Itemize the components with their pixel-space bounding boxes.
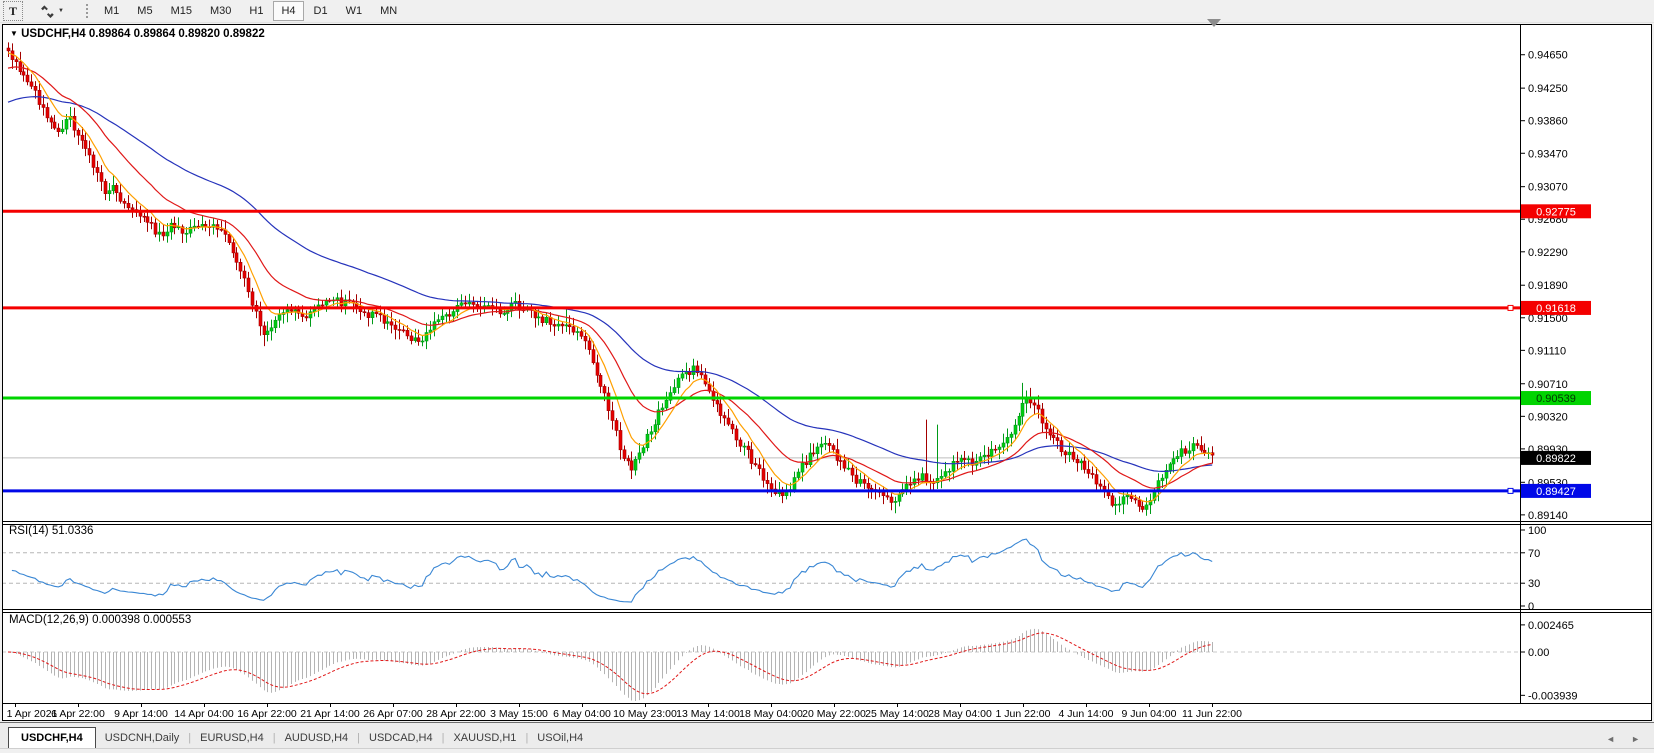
chart-tab-xauusd-h1[interactable]: XAUUSD,H1 (444, 728, 525, 749)
price-scale-label: 0.93470 (1528, 148, 1568, 160)
price-scale-label: 0.93070 (1528, 182, 1568, 194)
tab-scroll-right-icon[interactable]: ► (1631, 728, 1640, 744)
level-price-chip-text: 0.92775 (1536, 206, 1576, 218)
rsi-scale-label: 100 (1528, 525, 1546, 537)
date-label: 11 Jun 22:00 (1182, 708, 1242, 720)
timeframe-button-m5[interactable]: M5 (129, 1, 160, 21)
macd-scale-label: 0.002465 (1528, 620, 1574, 632)
date-label: 9 Apr 14:00 (114, 708, 168, 720)
price-scale-label: 0.89140 (1528, 510, 1568, 522)
date-label: 28 May 04:00 (928, 708, 992, 720)
timeframe-button-m1[interactable]: M1 (96, 1, 127, 21)
chart-tab-usdcnh-daily[interactable]: USDCNH,Daily (96, 728, 189, 749)
timeframe-buttons: M1M5M15M30H1H4D1W1MN (95, 1, 406, 21)
status-bar (0, 748, 1654, 753)
rsi-scale-label: 70 (1528, 548, 1540, 560)
chevron-down-icon: ▼ (58, 8, 64, 14)
chart-tab-audusd-h4[interactable]: AUDUSD,H4 (276, 728, 358, 749)
timeframe-button-d1[interactable]: D1 (306, 1, 336, 21)
timeframe-button-h1[interactable]: H1 (241, 1, 271, 21)
chart-tab-bar: USDCHF,H4USDCNH,Daily|EURUSD,H4|AUDUSD,H… (0, 722, 1654, 749)
chart-tab-usdcad-h4[interactable]: USDCAD,H4 (360, 728, 442, 749)
date-label: 10 May 23:00 (613, 708, 677, 720)
timeframe-toolbar: T ▼ M1M5M15M30H1H4D1W1MN (0, 0, 1654, 23)
level-price-chip-text: 0.89427 (1536, 486, 1576, 498)
timeframe-button-m30[interactable]: M30 (202, 1, 239, 21)
date-label: 25 May 14:00 (865, 708, 929, 720)
chart-window: 0.946500.942500.938600.934700.930700.926… (2, 24, 1652, 721)
chart-background (2, 24, 1652, 721)
date-label: 28 Apr 22:00 (426, 708, 486, 720)
text-tool-button[interactable]: T (3, 1, 23, 21)
chart-tabs: USDCHF,H4USDCNH,Daily|EURUSD,H4|AUDUSD,H… (8, 723, 592, 749)
price-scale-label: 0.91890 (1528, 280, 1568, 292)
date-label: 1 Apr 2021 (7, 708, 58, 720)
chart-tab-usoil-h4[interactable]: USOil,H4 (528, 728, 592, 749)
price-scale-label: 0.91110 (1528, 345, 1566, 357)
date-label: 14 Apr 04:00 (174, 708, 234, 720)
date-label: 6 Apr 22:00 (51, 708, 105, 720)
toolbar-grip[interactable] (86, 4, 89, 18)
date-label: 9 Jun 04:00 (1122, 708, 1177, 720)
chart-tab-usdchf-h4[interactable]: USDCHF,H4 (8, 727, 96, 750)
macd-scale-label: -0.003939 (1528, 690, 1578, 702)
diagonal-arrows-icon (40, 5, 55, 18)
price-chart-canvas[interactable]: 0.946500.942500.938600.934700.930700.926… (2, 24, 1652, 721)
timeframe-button-mn[interactable]: MN (372, 1, 405, 21)
date-label: 13 May 14:00 (676, 708, 740, 720)
level-price-chip-text: 0.91618 (1536, 303, 1576, 315)
price-scale-label: 0.90320 (1528, 411, 1568, 423)
level-price-chip-text: 0.90539 (1536, 393, 1576, 405)
current-price-chip-text: 0.89822 (1536, 453, 1576, 465)
price-scale-label: 0.92290 (1528, 247, 1568, 259)
price-scale-label: 0.90710 (1528, 379, 1568, 391)
timeframe-button-h4[interactable]: H4 (273, 1, 303, 21)
price-scale-label: 0.93860 (1528, 116, 1568, 128)
rsi-scale-label: 30 (1528, 578, 1540, 590)
timeframe-button-w1[interactable]: W1 (338, 1, 371, 21)
mt4-workspace: T ▼ M1M5M15M30H1H4D1W1MN 0.94650 0.94250 0… (0, 0, 1654, 753)
date-label: 18 May 04:00 (739, 708, 803, 720)
date-label: 20 May 22:00 (802, 708, 866, 720)
price-scale-label: 0.94250 (1528, 83, 1568, 95)
tab-scroll-controls: ◄ ► (1606, 723, 1640, 749)
price-scale-label: 0.94650 (1528, 50, 1568, 62)
date-label: 3 May 15:00 (490, 708, 548, 720)
macd-scale-label: 0.00 (1528, 647, 1549, 659)
date-label: 21 Apr 14:00 (300, 708, 360, 720)
date-label: 6 May 04:00 (553, 708, 611, 720)
rsi-scale-label: 0 (1528, 601, 1534, 613)
date-label: 16 Apr 22:00 (237, 708, 297, 720)
chart-tab-eurusd-h4[interactable]: EURUSD,H4 (191, 728, 273, 749)
date-label: 26 Apr 07:00 (363, 708, 423, 720)
line-edit-handle (1508, 305, 1513, 310)
chart-shift-marker-icon[interactable] (1207, 19, 1221, 27)
arrows-tool-button[interactable]: ▼ (25, 1, 79, 21)
line-edit-handle (1508, 488, 1513, 493)
date-label: 4 Jun 14:00 (1059, 708, 1114, 720)
timeframe-button-m15[interactable]: M15 (163, 1, 200, 21)
date-label: 1 Jun 22:00 (996, 708, 1051, 720)
tab-scroll-left-icon[interactable]: ◄ (1606, 728, 1615, 744)
